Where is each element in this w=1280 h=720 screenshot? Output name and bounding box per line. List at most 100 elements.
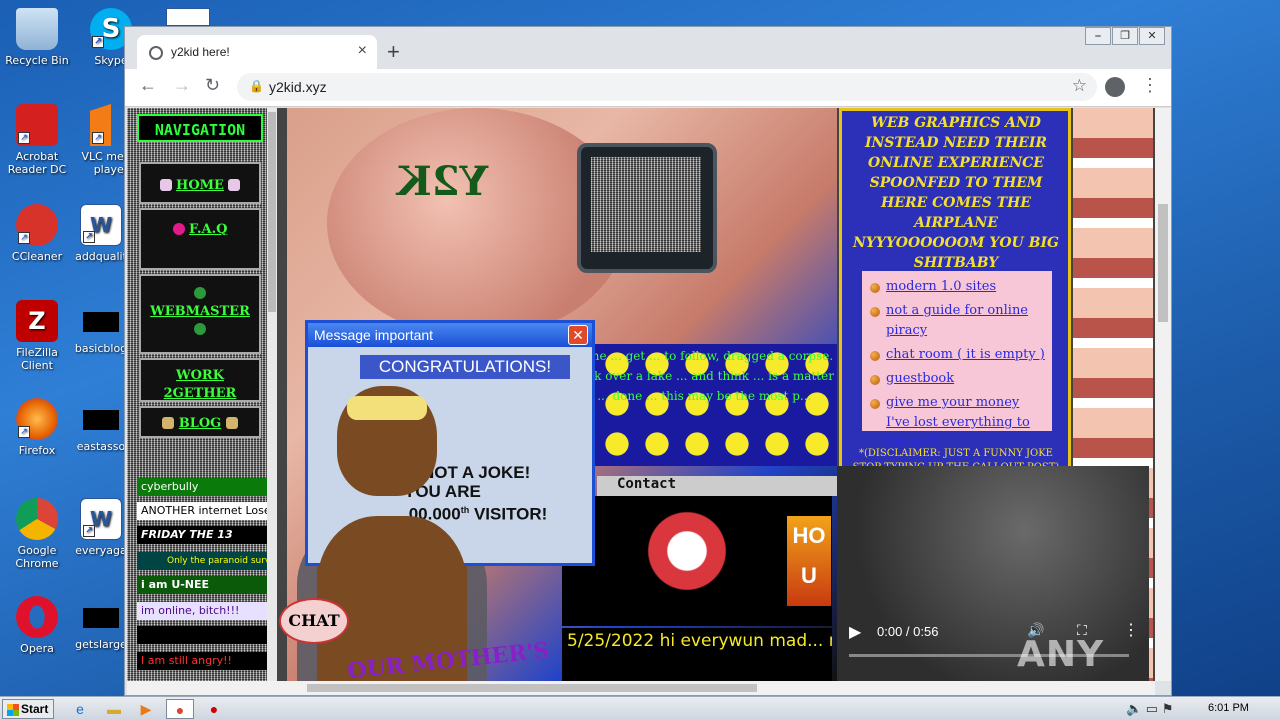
banner-animated[interactable]	[137, 626, 269, 644]
play-icon[interactable]: ▶	[849, 622, 861, 642]
shortcut-arrow-icon: ↗	[92, 132, 104, 144]
bookmark-star-icon[interactable]: ☆	[1072, 76, 1087, 96]
nav-scrollbar[interactable]	[267, 108, 277, 681]
popup-body: G NOT A JOKE! YOU ARE .00.000th VISITOR!	[404, 463, 547, 524]
nav-heading: NAVIGATION	[137, 114, 263, 142]
nav-link-webmaster[interactable]: WEBMASTER	[150, 304, 250, 319]
nav-item-work2gether[interactable]: WORK 2GETHER	[139, 358, 261, 402]
clock: 6:01 PM	[1208, 702, 1249, 714]
popup-line-2: YOU ARE	[404, 482, 481, 501]
nav-link-work2gether[interactable]: WORK 2GETHER	[164, 368, 237, 401]
page-scrollbar-thumb[interactable]	[1158, 204, 1168, 322]
nav-link-blog[interactable]: BLOG	[179, 416, 222, 431]
horizontal-scrollbar[interactable]	[127, 681, 1155, 695]
filezilla-icon: Z	[16, 300, 58, 342]
menu-kebab-icon[interactable]: ⋮	[1141, 75, 1159, 96]
desktop-icon-filezilla[interactable]: Z FileZilla Client	[0, 300, 74, 372]
video-time: 0:00 / 0:56	[877, 624, 939, 639]
nav-item-blog[interactable]: BLOG	[139, 406, 261, 438]
reload-icon[interactable]: ↻	[205, 75, 220, 96]
congrats-popup: Message important ✕ CONGRATULATIONS! G N…	[305, 320, 595, 566]
url-text[interactable]: y2kid.xyz	[269, 79, 327, 95]
desktop-icon-firefox[interactable]: ↗ Firefox	[0, 398, 74, 457]
shortcut-arrow-icon: ↗	[18, 232, 30, 244]
nav-item-webmaster[interactable]: WEBMASTER	[139, 274, 261, 354]
popup-line-3-post: VISITOR!	[469, 504, 548, 524]
browser-tab[interactable]: y2kid here! ×	[137, 35, 377, 73]
nav-link-faq[interactable]: F.A.Q	[189, 222, 227, 237]
nav-scrollbar-thumb[interactable]	[268, 112, 276, 312]
forward-arrow-icon[interactable]: →	[173, 75, 191, 96]
shortcut-arrow-icon: ↗	[83, 231, 95, 243]
banner-friday13[interactable]: FRIDAY THE 13	[137, 526, 269, 544]
globe-icon	[194, 322, 206, 335]
globe-icon	[149, 46, 163, 60]
house-icon	[159, 178, 172, 191]
pencil-icon	[162, 416, 175, 429]
back-arrow-icon[interactable]: ←	[139, 75, 157, 96]
news-ticker: 5/25/2022 hi everywun mad... made a new …	[562, 628, 832, 681]
link-guestbook[interactable]: guestbook	[868, 369, 1046, 389]
popup-line-1: G NOT A JOKE!	[404, 463, 531, 482]
taskbar: Start e ▬ ▶ ● ● 🔈 ▭ ⚑ 6:01 PM	[0, 696, 1280, 720]
explorer-folder-icon[interactable]: ▬	[100, 699, 128, 719]
shortcut-arrow-icon: ↗	[92, 36, 104, 48]
anyrun-watermark: ANY RUN	[1017, 634, 1106, 681]
link-piracy[interactable]: not a guide for online piracy	[868, 301, 1046, 341]
popup-close-button[interactable]: ✕	[568, 325, 588, 345]
desktop-icon-ccleaner[interactable]: ↗ CCleaner	[0, 204, 74, 263]
banner-internet-loser[interactable]: ANOTHER internet Loser	[137, 502, 269, 520]
address-bar[interactable]: 🔒 y2kid.xyz ☆	[237, 73, 1097, 101]
chrome-icon	[16, 498, 58, 540]
nav-item-faq[interactable]: F.A.Q	[139, 208, 261, 270]
chrome-taskbar-icon[interactable]: ●	[166, 699, 194, 719]
new-tab-button[interactable]: +	[387, 39, 400, 65]
link-chat-room[interactable]: chat room ( it is empty )	[868, 345, 1046, 365]
word-doc-icon: W ↗	[80, 498, 122, 540]
tab-close-button[interactable]: ×	[358, 42, 367, 60]
banner-im-online[interactable]: im online, bitch!!!	[137, 602, 269, 620]
media-player-icon[interactable]: ▶	[132, 699, 160, 719]
system-tray[interactable]: 🔈 ▭ ⚑	[1126, 701, 1173, 717]
desktop-icon-chrome[interactable]: Google Chrome	[0, 498, 74, 570]
tv-screen	[591, 157, 701, 252]
word-doc-icon: W ↗	[80, 204, 122, 246]
pencil-icon	[225, 416, 238, 429]
desktop-icon-opera[interactable]: Opera	[0, 596, 74, 655]
banner-u-nee[interactable]: i am U-NEE	[137, 576, 269, 594]
nav-frame: NAVIGATION HOME F.A.Q WEBMASTER WORK 2GE…	[127, 108, 277, 681]
black-file-icon	[83, 312, 119, 332]
banner-cyberbully[interactable]: cyberbully	[137, 478, 269, 496]
antivirus-icon[interactable]: ●	[200, 699, 228, 719]
hot-u-graphic: HO U	[787, 516, 831, 606]
question-icon	[172, 222, 185, 235]
chat-badge[interactable]: CHAT	[279, 598, 349, 644]
contact-bar[interactable]: Contact	[597, 476, 837, 496]
link-bitcoin[interactable]: give me your money I've lost everything …	[868, 393, 1046, 453]
maximize-button[interactable]: ❐	[1112, 27, 1138, 45]
banner-paranoid[interactable]: Only the paranoid survive	[137, 552, 269, 570]
ie-icon[interactable]: e	[66, 699, 94, 719]
page-scrollbar[interactable]	[1155, 108, 1171, 681]
popup-line-3-pre: .00.000	[404, 504, 461, 524]
shortcut-arrow-icon: ↗	[83, 525, 95, 537]
links-list: modern 1.0 sites not a guide for online …	[862, 271, 1052, 450]
close-window-button[interactable]: ✕	[1139, 27, 1165, 45]
nav-item-home[interactable]: HOME	[139, 162, 261, 204]
desktop-icon-acrobat[interactable]: ↗ Acrobat Reader DC	[0, 104, 74, 176]
opera-icon	[16, 596, 58, 638]
tab-title: y2kid here!	[171, 45, 230, 59]
nav-link-home[interactable]: HOME	[176, 178, 224, 193]
account-icon[interactable]	[1105, 77, 1125, 97]
horizontal-scrollbar-thumb[interactable]	[307, 684, 757, 692]
desktop-icon-recycle-bin[interactable]: Recycle Bin	[0, 8, 74, 67]
tab-strip: y2kid here! × + ⎯ ❐ ✕	[125, 27, 1171, 73]
minimize-button[interactable]: ⎯	[1085, 27, 1111, 45]
banner-still-angry[interactable]: I am still angry!!	[137, 652, 269, 670]
link-modern-sites[interactable]: modern 1.0 sites	[868, 277, 1046, 297]
lock-icon: 🔒	[249, 79, 264, 93]
start-button[interactable]: Start	[2, 699, 54, 719]
desktop-icon-partial[interactable]	[166, 8, 210, 26]
teeth-graphic-box: HO U	[562, 496, 832, 626]
panel-rant: WEB GRAPHICS AND INSTEAD NEED THEIR ONLI…	[853, 115, 1059, 271]
